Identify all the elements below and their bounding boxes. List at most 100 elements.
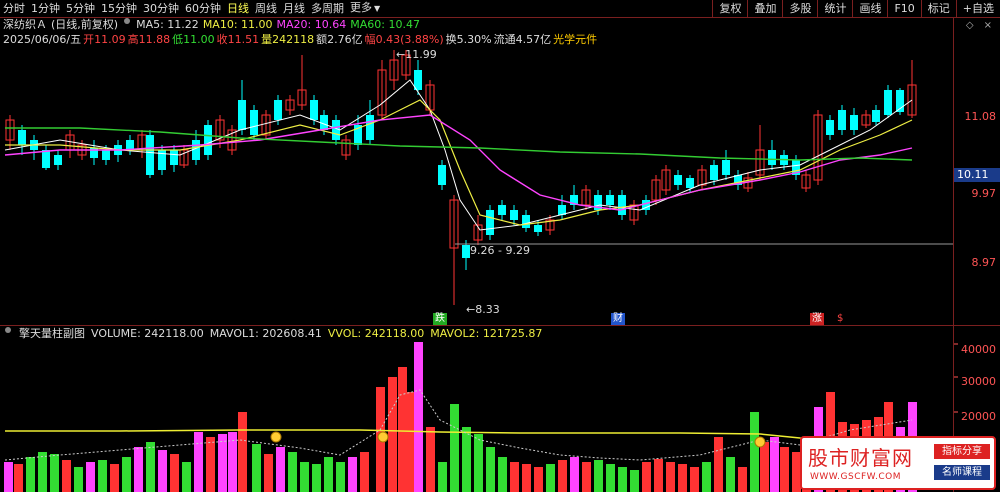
volume-bar [570, 457, 579, 492]
volume-bar [618, 467, 627, 492]
axis-divider [953, 18, 954, 492]
candle-body [534, 225, 542, 232]
watermark-logo: 股市财富网 WWW.GSCFW.COM 指标分享 名师课程 [800, 436, 996, 490]
price-axis-label: 11.08 [964, 110, 997, 123]
volume-bar [780, 447, 789, 492]
candle-body [438, 165, 446, 185]
candle-body [722, 160, 730, 175]
watermark-url: WWW.GSCFW.COM [810, 472, 902, 482]
volume-bar [14, 464, 23, 492]
volume-bar [324, 457, 333, 492]
volume-panel-title: 擎天量柱副图 [19, 327, 85, 340]
candle-body [18, 130, 26, 145]
volume-bar [182, 462, 191, 492]
zhang-marker[interactable]: 涨 [810, 313, 824, 325]
volume-bar [510, 462, 519, 492]
volume-bar [158, 450, 167, 492]
volume-bar [498, 457, 507, 492]
volume-bar [760, 442, 769, 492]
candle-body [618, 195, 626, 215]
volume-bar [86, 462, 95, 492]
candle-body [204, 125, 212, 155]
volume-bar [414, 342, 423, 492]
volume-bar [750, 412, 759, 492]
vvol-value: VVOL: 242118.00 [327, 327, 425, 340]
volume-bar [714, 437, 723, 492]
candle-body [850, 115, 858, 130]
volume-bar [134, 447, 143, 492]
low-annotation: ←8.33 [466, 303, 500, 316]
volume-bar [666, 462, 675, 492]
volume-bar [252, 444, 261, 492]
volume-bar [4, 462, 13, 492]
settings-dot-icon[interactable] [5, 327, 11, 333]
volume-bar [360, 452, 369, 492]
candle-body [686, 178, 694, 188]
volume-bar [558, 460, 567, 492]
volume-bar [462, 427, 471, 492]
volume-bar [450, 404, 459, 492]
volume-bar [146, 442, 155, 492]
candle-body [884, 90, 892, 115]
volume-bar [546, 464, 555, 492]
candle-body [102, 150, 110, 160]
candle-body [838, 110, 846, 130]
volume-bar [122, 457, 131, 492]
high-annotation: ←11.99 [396, 48, 437, 61]
candle-body [510, 210, 518, 220]
volume-bar [218, 434, 227, 492]
volume-bar [336, 462, 345, 492]
volume-bar [594, 460, 603, 492]
volume-bar [50, 454, 59, 492]
volume-bar [678, 464, 687, 492]
mavol2-value: MAVOL2: 121725.87 [430, 327, 543, 340]
volume-axis-label: 20000 [961, 410, 996, 423]
low-value: 8.33 [475, 303, 500, 316]
candle-body [606, 195, 614, 205]
volume-bar [398, 367, 407, 492]
volume-bar [300, 462, 309, 492]
candle-body [462, 245, 470, 258]
current-price-tag: 10.11 [954, 168, 1000, 182]
volume-bar [74, 467, 83, 492]
candle-body [826, 120, 834, 135]
cai-marker[interactable]: 财 [611, 313, 625, 325]
volume-bar [238, 412, 247, 492]
candle-body [250, 110, 258, 135]
volume-bar [406, 392, 415, 492]
volume-bar [726, 457, 735, 492]
panel-divider [0, 325, 1000, 326]
candle-body [54, 155, 62, 165]
volume-bar [348, 457, 357, 492]
volume-bar [690, 467, 699, 492]
volume-bar [312, 464, 321, 492]
volume-bar [276, 447, 285, 492]
candle-body [238, 100, 246, 130]
candle-body [522, 215, 530, 228]
candle-body [486, 210, 494, 235]
money-bag-icon [377, 431, 389, 443]
volume-bar [438, 462, 447, 492]
volume-bar [654, 459, 663, 492]
volume-value: VOLUME: 242118.00 [91, 327, 204, 340]
candle-body [274, 100, 282, 120]
volume-bar [38, 452, 47, 492]
candle-body [710, 165, 718, 180]
die-marker[interactable]: 跌 [433, 313, 447, 325]
volume-bar [206, 437, 215, 492]
volume-bar [426, 427, 435, 492]
volume-bar [642, 462, 651, 492]
volume-bar [110, 464, 119, 492]
volume-bar [486, 447, 495, 492]
candle-body [498, 205, 506, 215]
volume-bar [606, 464, 615, 492]
candle-body [872, 110, 880, 122]
money-bag-icon [754, 436, 766, 448]
watermark-tag-indicator: 指标分享 [934, 444, 990, 459]
volume-bar [98, 460, 107, 492]
dollar-marker[interactable]: $ [835, 313, 845, 325]
price-axis-label: 9.97 [971, 187, 997, 200]
volume-bar [630, 470, 639, 492]
volume-bar [702, 462, 711, 492]
watermark-tag-course: 名师课程 [934, 465, 990, 480]
